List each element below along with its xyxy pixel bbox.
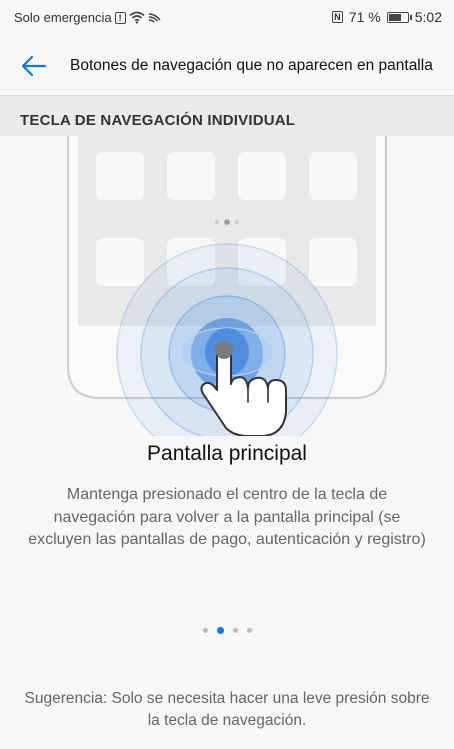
page-dot[interactable] xyxy=(246,628,252,633)
carrier-text: Solo emergencia xyxy=(14,10,112,25)
wifi-icon xyxy=(129,11,145,24)
tip-text: Sugerencia: Solo se necesita hacer una l… xyxy=(24,690,430,729)
nfc-icon: N xyxy=(331,11,343,23)
status-left: Solo emergencia ! xyxy=(14,10,162,25)
alert-icon: ! xyxy=(114,11,126,24)
navigation-illustration xyxy=(66,136,388,436)
clock: 5:02 xyxy=(414,9,442,25)
section-header: TECLA DE NAVEGACIÓN INDIVIDUAL xyxy=(0,96,454,136)
arrow-left-icon xyxy=(21,55,47,77)
battery-icon xyxy=(386,11,412,23)
battery-fill xyxy=(388,13,401,21)
page-dot[interactable] xyxy=(202,628,208,633)
battery-percent: 71 % xyxy=(348,9,381,25)
page-dot[interactable] xyxy=(232,628,238,633)
feature-title: Pantalla principal xyxy=(147,442,307,465)
app-bar: Botones de navegación que no aparecen en… xyxy=(0,36,454,96)
page-title: Botones de navegación que no aparecen en… xyxy=(70,57,433,74)
back-button[interactable] xyxy=(18,50,50,82)
page-dot[interactable] xyxy=(216,627,224,634)
section-title: TECLA DE NAVEGACIÓN INDIVIDUAL xyxy=(20,112,296,129)
status-right: N 71 % 5:02 xyxy=(331,9,442,25)
signal-icon xyxy=(148,13,161,23)
page-indicator xyxy=(0,627,454,634)
status-bar: Solo emergencia ! N 71 % 5:02 xyxy=(0,0,454,36)
feature-description: Mantenga presionado el centro de la tecl… xyxy=(28,486,426,548)
